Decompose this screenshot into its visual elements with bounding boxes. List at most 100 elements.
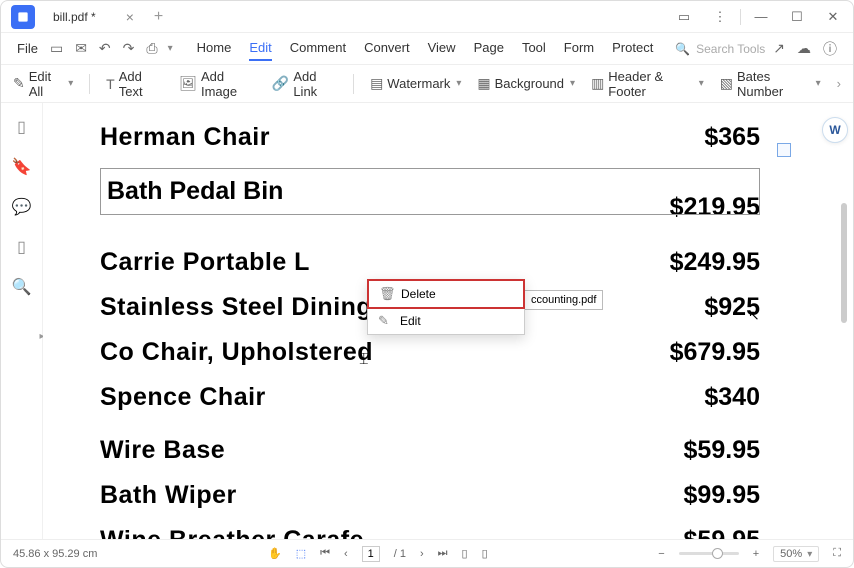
watermark-icon: ▤	[370, 75, 383, 92]
menu-protect[interactable]: Protect	[612, 36, 653, 61]
prev-page-icon[interactable]: ‹	[344, 548, 348, 560]
menubar: File ▭ ✉ ↶ ↷ ⎙ ▾ Home Edit Comment Conve…	[1, 33, 853, 65]
app-icon[interactable]	[11, 5, 35, 29]
search-panel-icon[interactable]: 🔍	[12, 277, 32, 297]
first-page-icon[interactable]: ⏮	[320, 547, 330, 560]
menu-form[interactable]: Form	[564, 36, 594, 61]
item-price[interactable]: $59.95	[684, 436, 760, 465]
note-icon[interactable]: ▭	[668, 9, 700, 25]
chevron-down-icon: ▾	[68, 78, 73, 89]
bates-icon: ▧	[720, 75, 733, 92]
add-image-button[interactable]: 🖼 Add Image	[179, 69, 256, 99]
main-menu: Home Edit Comment Convert View Page Tool…	[197, 36, 654, 61]
share-icon[interactable]: ↗	[769, 40, 789, 57]
next-page-icon[interactable]: ›	[420, 548, 424, 560]
word-export-badge[interactable]: W	[822, 117, 848, 143]
hand-tool-icon[interactable]: ✋	[268, 547, 282, 560]
bates-number-button[interactable]: ▧ Bates Number ▾	[720, 69, 821, 99]
selection-handle[interactable]	[777, 143, 791, 157]
background-icon: ▦	[477, 75, 490, 92]
selected-text-frame[interactable]: Bath Pedal Bin	[100, 168, 760, 215]
zoom-value[interactable]: 50% ▾	[773, 546, 819, 562]
menu-tool[interactable]: Tool	[522, 36, 546, 61]
help-icon[interactable]: ⓘ	[819, 39, 841, 59]
header-footer-button[interactable]: ▥ Header & Footer ▾	[591, 69, 704, 99]
bookmarks-icon[interactable]: 🔖	[12, 157, 32, 177]
page-number-input[interactable]	[362, 546, 380, 562]
item-price[interactable]: $365	[704, 123, 760, 152]
item-price[interactable]: $59.95	[684, 526, 760, 539]
document-canvas[interactable]: Herman Chair $365 Bath Pedal Bin $219.95…	[43, 103, 817, 539]
fit-page-icon[interactable]: ⛶	[833, 547, 841, 560]
edit-all-button[interactable]: ✎ Edit All ▾	[13, 69, 73, 99]
overflow-chevron-icon[interactable]: ›	[837, 76, 841, 91]
edit-toolbar: ✎ Edit All ▾ T Add Text 🖼 Add Image 🔗 Ad…	[1, 65, 853, 103]
new-tab-button[interactable]: +	[146, 8, 171, 26]
menu-comment[interactable]: Comment	[290, 36, 346, 61]
watermark-label: Watermark	[387, 76, 450, 91]
watermark-button[interactable]: ▤ Watermark ▾	[370, 75, 461, 92]
zoom-slider[interactable]	[679, 552, 739, 555]
comments-icon[interactable]: 💬	[12, 197, 32, 217]
context-delete[interactable]: 🗑 Delete	[367, 279, 525, 309]
save-icon[interactable]: ▭	[46, 40, 67, 57]
background-button[interactable]: ▦ Background ▾	[477, 75, 575, 92]
add-link-label: Add Link	[293, 69, 337, 99]
link-icon: 🔗	[272, 75, 289, 92]
kebab-icon[interactable]: ⋮	[704, 9, 736, 25]
attachments-icon[interactable]: ▯	[17, 237, 26, 257]
image-icon: 🖼	[179, 75, 197, 92]
item-row: Herman Chair $365	[100, 123, 760, 152]
item-name[interactable]: Wine Breather Carafe	[100, 526, 364, 539]
item-name[interactable]: Carrie Portable L	[100, 248, 310, 277]
item-price[interactable]: $679.95	[670, 338, 760, 367]
vertical-scrollbar[interactable]	[841, 203, 847, 323]
menu-view[interactable]: View	[428, 36, 456, 61]
tab-bill-pdf[interactable]: bill.pdf * ×	[41, 3, 146, 31]
item-name[interactable]: Herman Chair	[100, 123, 270, 152]
item-name[interactable]: Co Chair, Upholstered	[100, 338, 373, 367]
minimize-icon[interactable]: —	[745, 9, 777, 24]
item-name[interactable]: Bath Wiper	[100, 481, 237, 510]
undo-icon[interactable]: ↶	[95, 40, 115, 57]
zoom-in-icon[interactable]: +	[753, 548, 759, 560]
menu-convert[interactable]: Convert	[364, 36, 410, 61]
file-menu[interactable]: File	[13, 41, 42, 56]
item-price[interactable]: $99.95	[684, 481, 760, 510]
close-icon[interactable]: ✕	[817, 9, 849, 25]
cloud-icon[interactable]: ☁	[793, 40, 815, 57]
print-menu-chevron[interactable]: ▾	[168, 43, 173, 54]
context-delete-label: Delete	[401, 287, 436, 301]
continuous-page-icon[interactable]: ▯	[482, 547, 488, 560]
arrow-cursor-icon: ↖	[748, 307, 760, 324]
menu-edit[interactable]: Edit	[249, 36, 271, 61]
redo-icon[interactable]: ↷	[119, 40, 139, 57]
item-name[interactable]: Spence Chair	[100, 383, 266, 412]
item-name[interactable]: Wire Base	[100, 436, 225, 465]
context-edit[interactable]: ✎ Edit	[368, 308, 524, 334]
text-cursor-icon: ⌶	[359, 351, 369, 369]
add-image-label: Add Image	[201, 69, 256, 99]
item-price[interactable]: $340	[704, 383, 760, 412]
statusbar: 45.86 x 95.29 cm ✋ ⬚ ⏮ ‹ / 1 › ⏭ ▯ ▯ − +…	[1, 539, 853, 567]
single-page-icon[interactable]: ▯	[462, 547, 468, 560]
menu-page[interactable]: Page	[474, 36, 504, 61]
add-text-button[interactable]: T Add Text	[106, 69, 163, 99]
print-icon[interactable]: ⎙	[142, 40, 161, 57]
edit-icon: ✎	[378, 313, 392, 329]
last-page-icon[interactable]: ⏭	[438, 547, 448, 560]
mail-icon[interactable]: ✉	[71, 40, 91, 57]
item-price[interactable]: $249.95	[670, 248, 760, 277]
zoom-out-icon[interactable]: −	[658, 548, 664, 560]
titlebar: bill.pdf * × + ▭ ⋮ — ☐ ✕	[1, 1, 853, 33]
item-row: Wire Base $59.95	[100, 436, 760, 465]
item-name[interactable]: Bath Pedal Bin	[107, 177, 283, 206]
thumbnails-icon[interactable]: ▯	[17, 117, 26, 137]
add-link-button[interactable]: 🔗 Add Link	[272, 69, 337, 99]
select-tool-icon[interactable]: ⬚	[296, 547, 306, 560]
tab-close-icon[interactable]: ×	[126, 9, 134, 25]
menu-home[interactable]: Home	[197, 36, 232, 61]
search-tools[interactable]: 🔍 Search Tools	[675, 42, 765, 56]
right-rail: W	[817, 103, 853, 539]
maximize-icon[interactable]: ☐	[781, 9, 813, 25]
